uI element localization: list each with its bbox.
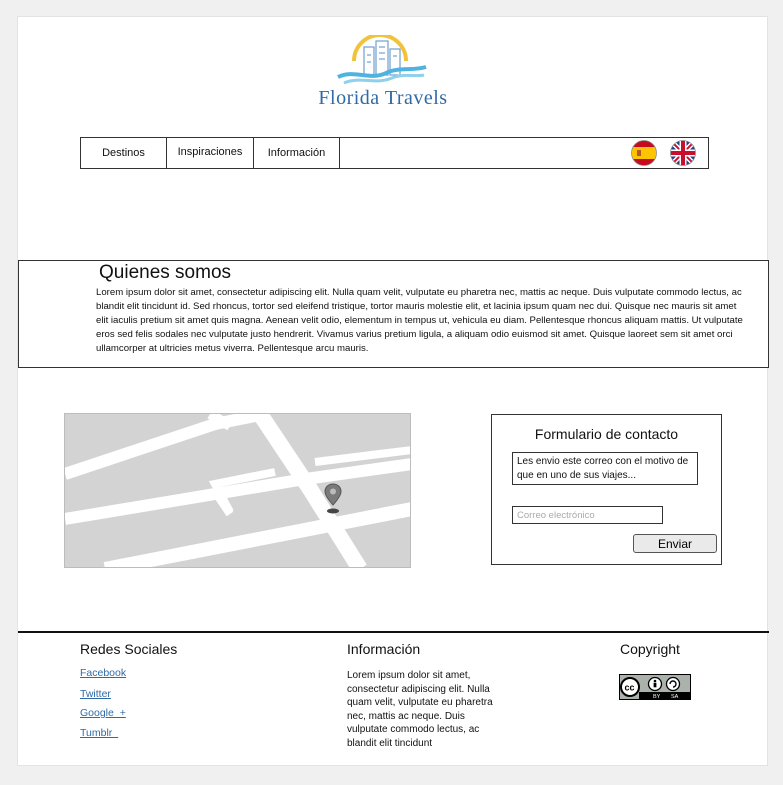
svg-text:BY: BY — [653, 694, 661, 700]
nav-item-inspiraciones[interactable]: Inspiraciones — [167, 138, 254, 168]
google-plus-link[interactable]: Google + — [80, 707, 126, 719]
nav-item-destinos[interactable]: Destinos — [81, 138, 167, 168]
tumblr-link[interactable]: Tumblr — [80, 727, 118, 739]
copyright-heading: Copyright — [620, 641, 680, 657]
main-nav: Destinos Inspiraciones Información — [80, 137, 709, 169]
about-title: Quienes somos — [99, 262, 232, 283]
logo[interactable]: Florida Travels — [298, 35, 468, 115]
info-text: Lorem ipsum dolor sit amet, consectetur … — [347, 670, 493, 749]
svg-text:cc: cc — [625, 683, 635, 693]
page: Florida Travels Destinos Inspiraciones I… — [17, 16, 769, 766]
facebook-link[interactable]: Facebook — [80, 667, 126, 679]
uk-flag-icon[interactable] — [670, 140, 696, 166]
twitter-link[interactable]: Twitter — [80, 688, 111, 700]
map-pin-icon[interactable] — [324, 483, 342, 515]
nav-item-informacion[interactable]: Información — [254, 138, 340, 168]
send-button[interactable]: Enviar — [633, 534, 717, 553]
social-heading: Redes Sociales — [80, 641, 178, 657]
footer-divider — [18, 631, 769, 633]
about-text: Lorem ipsum dolor sit amet, consectetur … — [96, 287, 743, 354]
email-field[interactable] — [512, 506, 663, 524]
svg-text:SA: SA — [671, 694, 679, 700]
contact-form-title: Formulario de contacto — [534, 426, 679, 442]
cc-by-sa-icon[interactable]: BY SA cc — [619, 674, 691, 700]
spain-flag-icon[interactable] — [631, 140, 657, 166]
info-heading: Información — [347, 641, 421, 657]
map-streets — [65, 414, 410, 567]
contact-form: Formulario de contacto Les envio este co… — [491, 414, 722, 565]
map[interactable] — [64, 413, 411, 568]
message-textarea[interactable]: Les envio este correo con el motivo de q… — [512, 452, 698, 485]
about-section: Quienes somos Lorem ipsum dolor sit amet… — [18, 260, 769, 368]
logo-text: Florida Travels — [318, 87, 448, 109]
logo-mark-icon — [337, 35, 427, 85]
